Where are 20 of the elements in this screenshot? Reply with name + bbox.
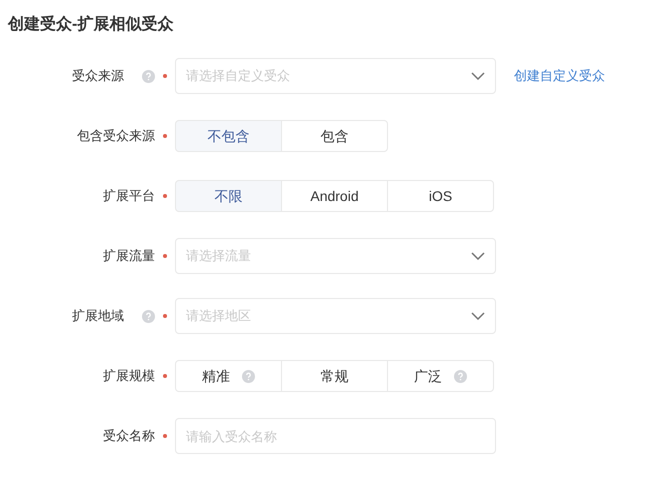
segment-option[interactable]: 不包含: [175, 120, 282, 152]
segment-option[interactable]: iOS: [387, 180, 494, 212]
segment-option[interactable]: Android: [281, 180, 388, 212]
segment-option[interactable]: 常规: [281, 360, 388, 392]
segment-option[interactable]: 精准: [175, 360, 282, 392]
create-link[interactable]: 创建自定义受众: [514, 66, 605, 86]
chevron-down-icon: [471, 72, 485, 80]
segment-option[interactable]: 包含: [281, 120, 388, 152]
segment-option[interactable]: 不限: [175, 180, 282, 212]
field-label: 受众名称: [103, 427, 155, 446]
field-label: 扩展地域: [72, 307, 124, 326]
field-label: 受众来源: [72, 67, 124, 86]
field-label: 扩展流量: [103, 247, 155, 266]
field-label: 扩展规模: [103, 367, 155, 386]
field-label: 扩展平台: [103, 187, 155, 206]
chevron-down-icon: [471, 252, 485, 260]
field-label: 包含受众来源: [77, 127, 155, 146]
page-title: 创建受众-扩展相似受众: [8, 14, 174, 35]
segment-option[interactable]: 广泛: [387, 360, 494, 392]
chevron-down-icon: [471, 312, 485, 320]
